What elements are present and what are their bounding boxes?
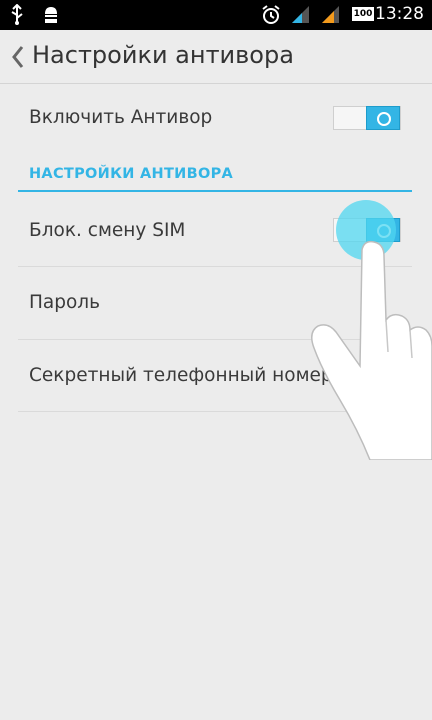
enable-antitheft-row[interactable]: Включить Антивор xyxy=(18,92,412,146)
page-title[interactable]: Настройки антивора xyxy=(32,41,294,69)
password-label: Пароль xyxy=(29,292,101,313)
action-bar: Настройки антивора xyxy=(0,30,432,84)
sim-lock-label: Блок. смену SIM xyxy=(29,220,186,241)
back-icon[interactable] xyxy=(8,44,28,70)
section-header-label: НАСТРОЙКИ АНТИВОРА xyxy=(29,166,234,182)
clock: 13:28 xyxy=(375,4,424,24)
signal-icon xyxy=(322,6,339,23)
section-header: НАСТРОЙКИ АНТИВОРА xyxy=(18,164,412,192)
android-debug-icon xyxy=(44,7,58,23)
status-bar: 100 13:28 xyxy=(0,0,432,30)
enable-antitheft-toggle[interactable] xyxy=(333,106,401,130)
enable-antitheft-label: Включить Антивор xyxy=(29,107,213,128)
battery-icon: 100 xyxy=(352,7,374,21)
battery-level: 100 xyxy=(353,9,373,19)
secret-number-label: Секретный телефонный номер xyxy=(29,365,333,386)
toggle-knob xyxy=(366,106,400,130)
alarm-icon xyxy=(262,5,280,24)
signal-icon xyxy=(292,6,309,23)
usb-icon xyxy=(11,4,23,25)
pointing-hand-icon xyxy=(311,240,432,460)
